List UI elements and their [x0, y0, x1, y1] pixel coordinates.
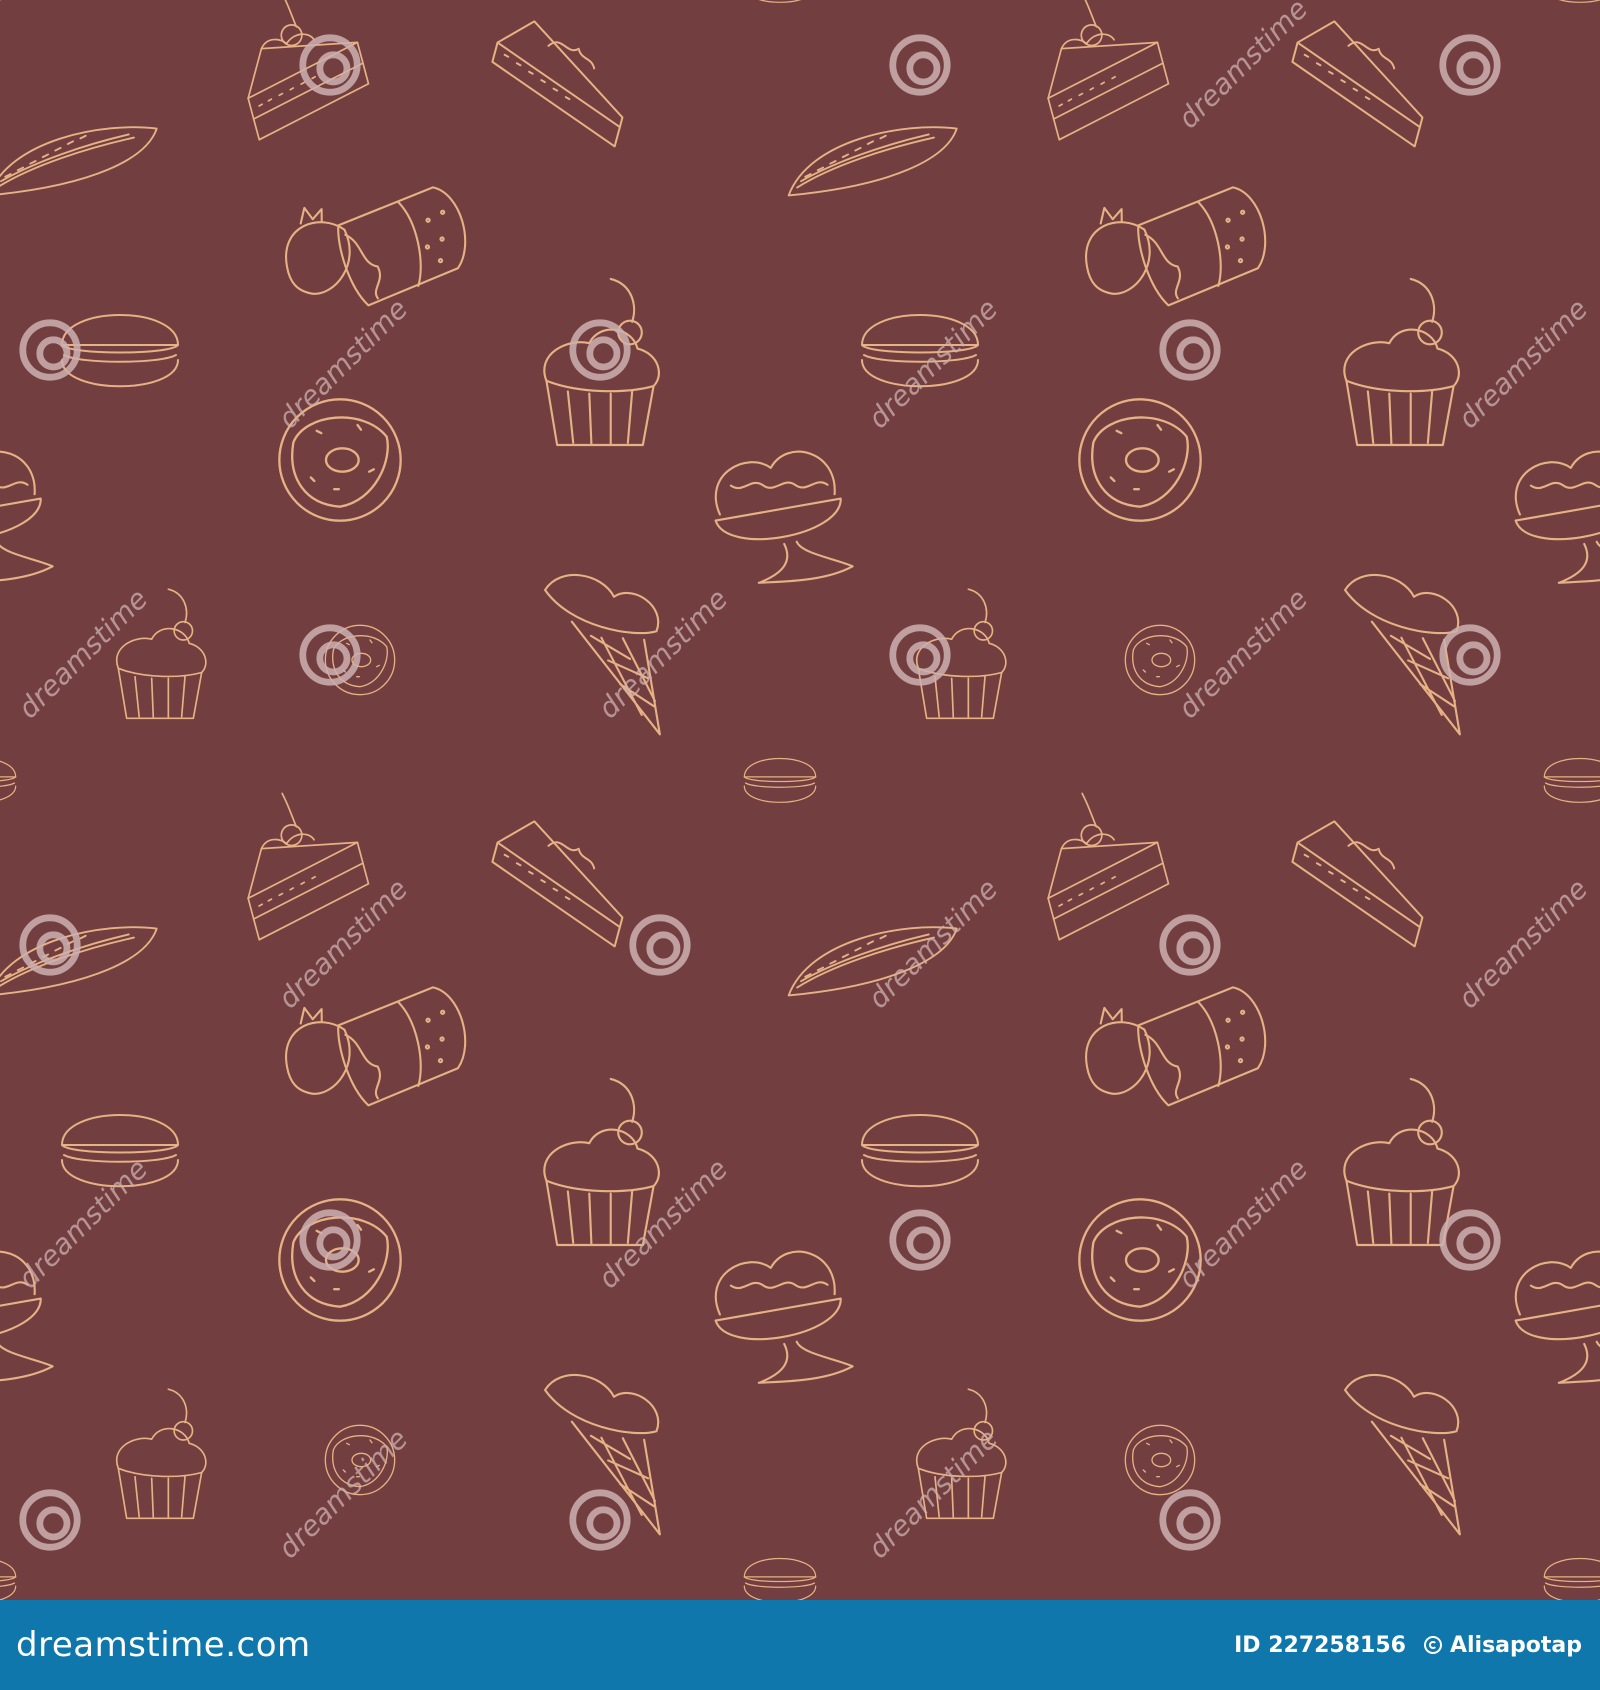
- author-credit[interactable]: Alisapotap: [1423, 1632, 1582, 1658]
- brand-name[interactable]: dreamstime.com: [16, 1625, 311, 1665]
- image-meta: ID 227258156 Alisapotap: [1234, 1633, 1582, 1658]
- image-id: ID 227258156: [1234, 1632, 1406, 1658]
- stock-photo-footer: dreamstime.com ID 227258156 Alisapotap: [0, 1600, 1600, 1690]
- pattern-artwork: dreamstime dreamstime dreamstime dreamstime…: [0, 0, 1600, 1600]
- copyright-circle-icon: [1423, 1636, 1442, 1654]
- author-name: Alisapotap: [1449, 1632, 1582, 1658]
